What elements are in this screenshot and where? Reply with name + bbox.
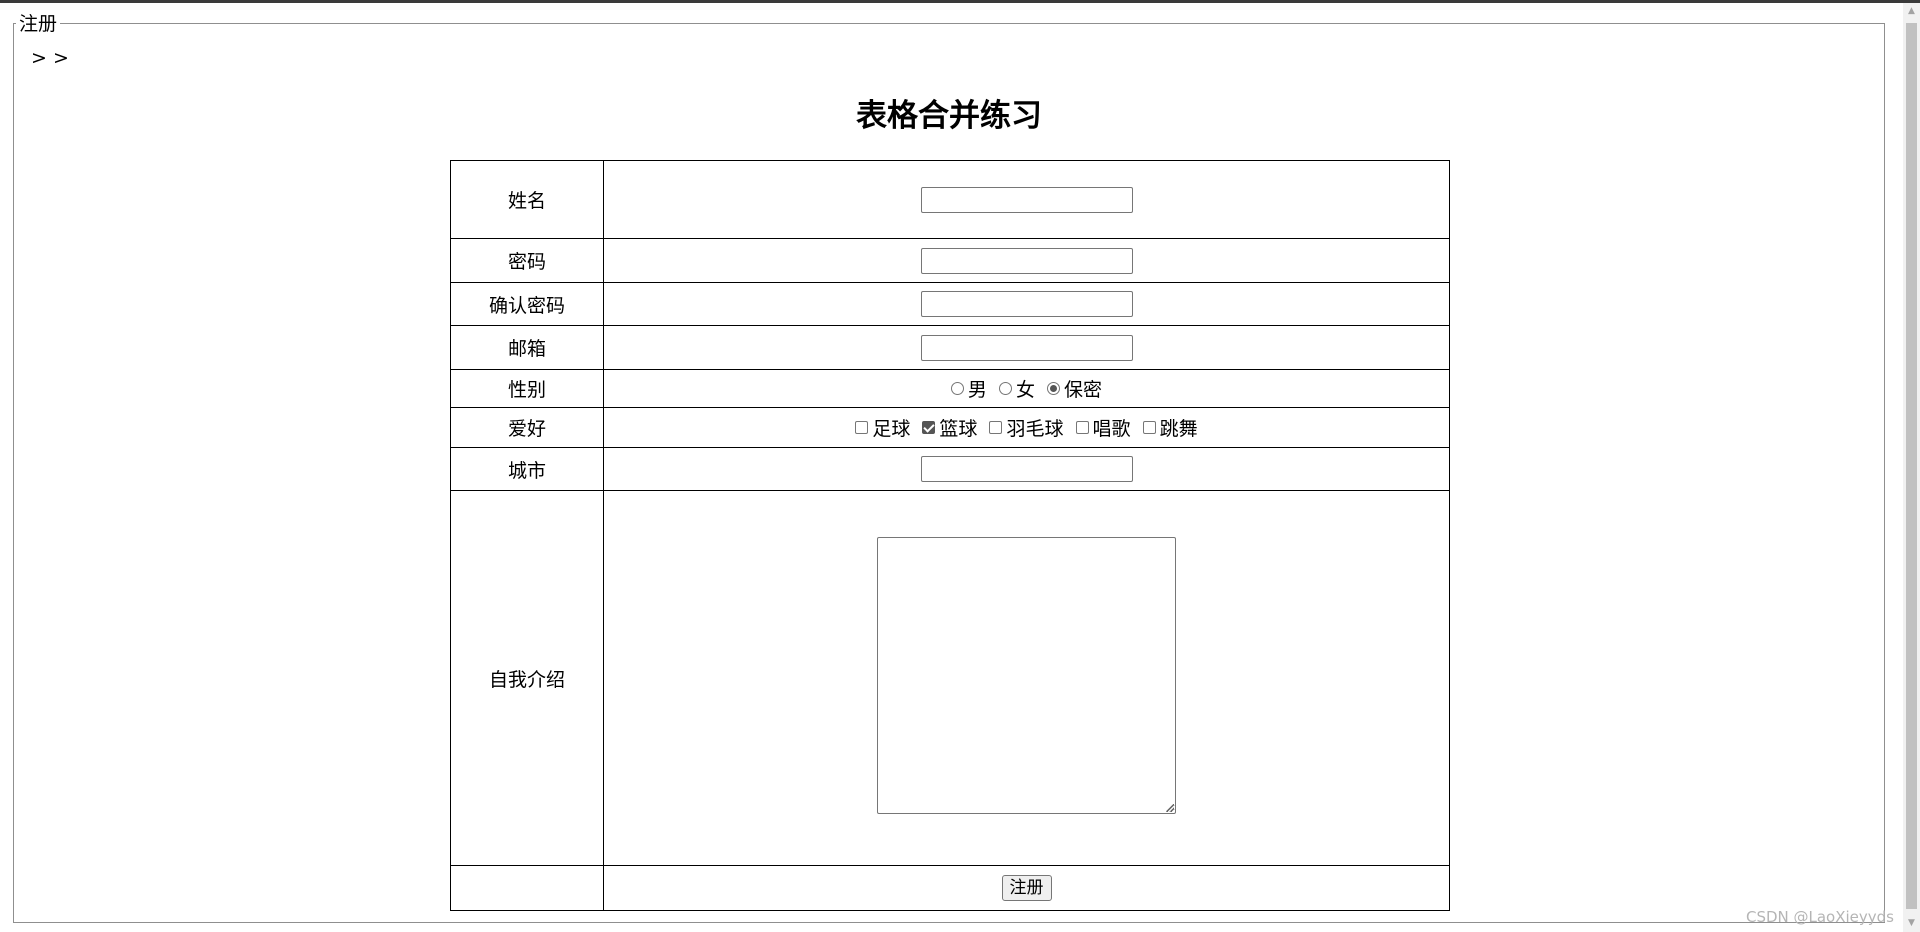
table-row-hobby: 爱好 足球 篮球 羽毛球 唱歌 跳舞 xyxy=(450,407,1450,448)
name-label: 姓名 xyxy=(450,160,604,239)
watermark-text: CSDN @LaoXieyyds xyxy=(1745,908,1894,926)
table-row-confirm: 确认密码 xyxy=(450,282,1450,326)
table-row-password: 密码 xyxy=(450,238,1450,283)
hobby-dancing-checkbox[interactable] xyxy=(1142,421,1156,434)
hobby-option-basketball[interactable]: 篮球 xyxy=(922,414,977,441)
gender-male-text: 男 xyxy=(967,379,987,401)
hobby-option-badminton[interactable]: 羽毛球 xyxy=(989,414,1064,441)
hobby-singing-checkbox[interactable] xyxy=(1075,421,1089,434)
hobby-label: 爱好 xyxy=(450,407,604,448)
name-input[interactable] xyxy=(920,186,1133,213)
city-cell xyxy=(603,447,1450,491)
email-label: 邮箱 xyxy=(450,325,604,370)
table-row-city: 城市 xyxy=(450,447,1450,491)
intro-textarea[interactable] xyxy=(877,537,1176,814)
hobby-option-football[interactable]: 足球 xyxy=(855,414,910,441)
gender-option-female[interactable]: 女 xyxy=(998,375,1035,402)
fieldset-legend: 注册 xyxy=(16,12,61,36)
window-top-border xyxy=(0,0,1920,3)
gender-secret-text: 保密 xyxy=(1064,379,1103,401)
page-title: 表格合并练习 xyxy=(856,98,1042,134)
confirm-cell xyxy=(603,282,1450,326)
city-input[interactable] xyxy=(920,456,1133,482)
name-cell xyxy=(603,160,1450,239)
table-row-gender: 性别 男 女 保密 xyxy=(450,369,1450,408)
gender-label: 性别 xyxy=(450,369,604,408)
empty-cell xyxy=(450,865,604,911)
register-form-table: 姓名 密码 确认密码 邮箱 性别 男 女 保密 爱好 足球 篮球 羽毛球 唱歌 … xyxy=(450,160,1450,911)
email-cell xyxy=(603,325,1450,370)
register-button[interactable]: 注册 xyxy=(1001,875,1052,901)
table-row-intro: 自我介绍 xyxy=(450,490,1450,866)
city-label: 城市 xyxy=(450,447,604,491)
hobby-cell: 足球 篮球 羽毛球 唱歌 跳舞 xyxy=(603,407,1450,448)
intro-cell xyxy=(603,490,1450,866)
submit-cell: 注册 xyxy=(603,865,1450,911)
gender-option-secret[interactable]: 保密 xyxy=(1047,375,1102,402)
hobby-dancing-text: 跳舞 xyxy=(1159,418,1198,440)
email-input[interactable] xyxy=(920,334,1133,361)
scroll-down-arrow-icon[interactable]: ▼ xyxy=(1903,915,1920,932)
hobby-option-singing[interactable]: 唱歌 xyxy=(1075,414,1131,441)
vertical-scrollbar[interactable]: ▲ ▼ xyxy=(1903,3,1920,932)
confirm-password-label: 确认密码 xyxy=(450,282,604,326)
hobby-option-dancing[interactable]: 跳舞 xyxy=(1142,414,1198,441)
password-cell xyxy=(603,238,1450,283)
table-row-name: 姓名 xyxy=(450,160,1450,239)
intro-textarea-wrap xyxy=(877,537,1176,814)
hobby-singing-text: 唱歌 xyxy=(1092,418,1131,440)
hobby-badminton-checkbox[interactable] xyxy=(989,421,1003,434)
breadcrumb-text: > > xyxy=(31,47,69,69)
hobby-basketball-checkbox[interactable] xyxy=(922,421,936,434)
gender-female-radio[interactable] xyxy=(998,382,1012,395)
hobby-football-text: 足球 xyxy=(872,418,911,440)
gender-cell: 男 女 保密 xyxy=(603,369,1450,408)
hobby-basketball-text: 篮球 xyxy=(939,418,978,440)
gender-option-male[interactable]: 男 xyxy=(950,375,987,402)
gender-secret-radio[interactable] xyxy=(1047,382,1061,395)
password-label: 密码 xyxy=(450,238,604,283)
gender-female-text: 女 xyxy=(1015,379,1035,401)
hobby-football-checkbox[interactable] xyxy=(855,421,869,434)
gender-male-radio[interactable] xyxy=(950,382,964,395)
hobby-badminton-text: 羽毛球 xyxy=(1006,418,1064,440)
scrollbar-thumb[interactable] xyxy=(1906,23,1917,909)
table-row-submit: 注册 xyxy=(450,865,1450,911)
intro-label: 自我介绍 xyxy=(450,490,604,866)
password-input[interactable] xyxy=(920,247,1133,274)
scroll-up-arrow-icon[interactable]: ▲ xyxy=(1903,3,1920,20)
table-row-email: 邮箱 xyxy=(450,325,1450,370)
confirm-password-input[interactable] xyxy=(920,291,1133,317)
